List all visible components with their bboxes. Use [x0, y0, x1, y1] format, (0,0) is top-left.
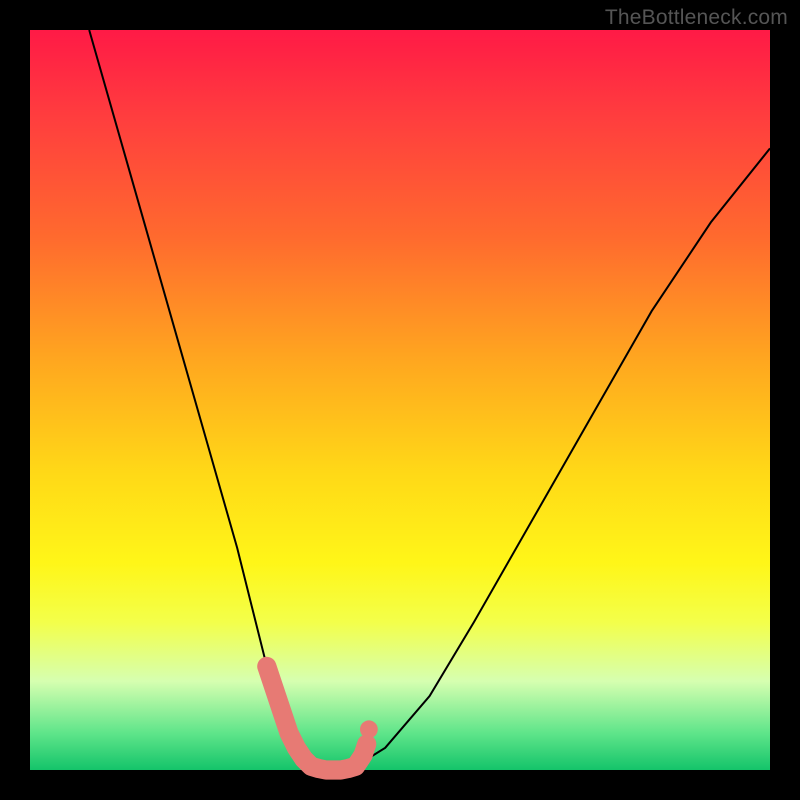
bottleneck-curve [89, 30, 770, 770]
plot-area [30, 30, 770, 770]
chart-frame: TheBottleneck.com [0, 0, 800, 800]
trough-dot [273, 702, 291, 720]
trough-dot [360, 720, 378, 738]
curve-svg [30, 30, 770, 770]
trough-dot [258, 658, 276, 676]
watermark-text: TheBottleneck.com [605, 6, 788, 30]
trough-highlight [258, 658, 378, 779]
trough-dot [265, 680, 283, 698]
